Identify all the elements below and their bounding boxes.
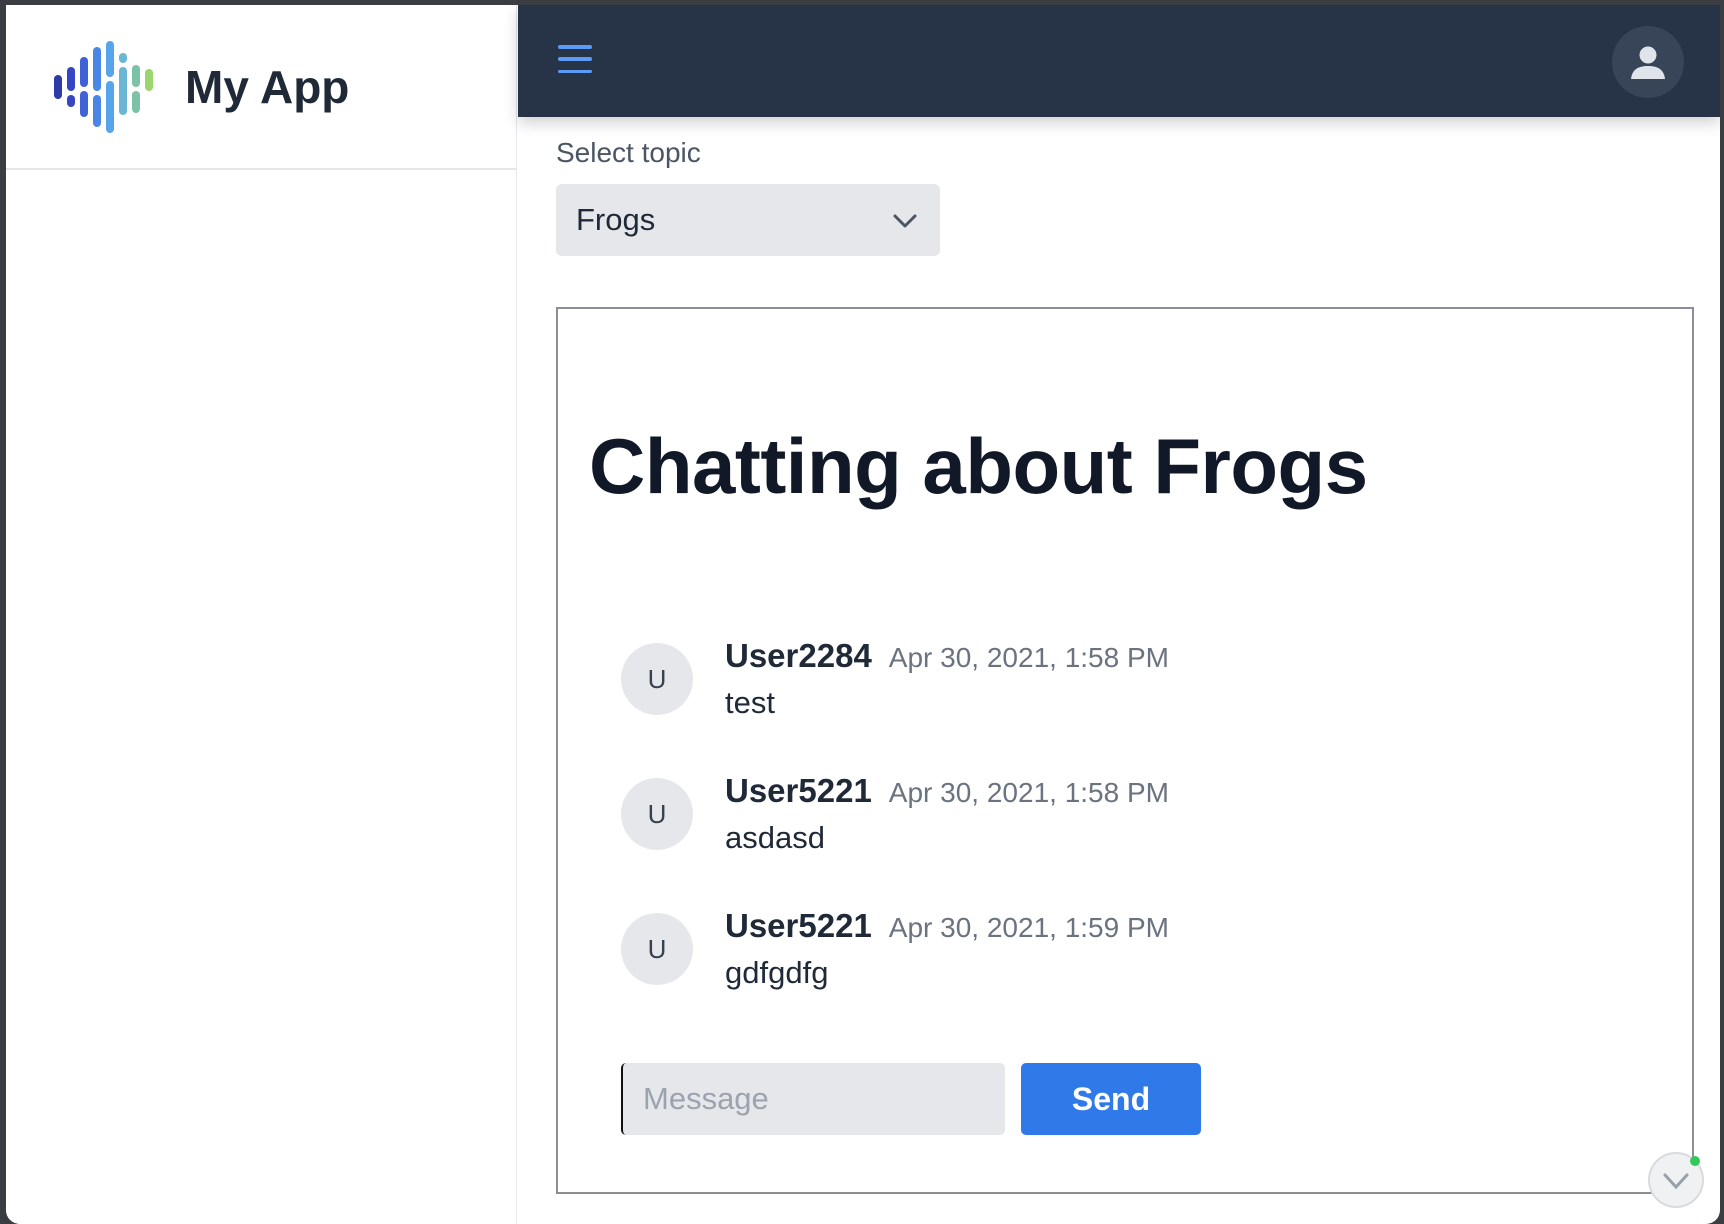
avatar: U	[621, 778, 693, 850]
hamburger-menu-icon[interactable]	[558, 45, 592, 73]
chat-message: U User2284 Apr 30, 2021, 1:58 PM test	[621, 637, 1169, 721]
message-username: User2284	[725, 637, 872, 674]
browser-extension-widget[interactable]	[1648, 1152, 1704, 1208]
brand[interactable]: My App	[6, 5, 516, 170]
app-window: My App Select topic Frogs Chatting about…	[6, 5, 1720, 1224]
chat-panel: Chatting about Frogs U User2284 Apr 30, …	[556, 307, 1694, 1194]
app-logo-icon	[54, 40, 153, 133]
main-content: Select topic Frogs Chatting about Frogs …	[518, 117, 1720, 1224]
chat-message: U User5221 Apr 30, 2021, 1:59 PM gdfgdfg	[621, 907, 1169, 991]
message-username: User5221	[725, 772, 872, 809]
sidebar: My App	[6, 5, 517, 1224]
message-text: asdasd	[725, 820, 825, 855]
user-avatar-icon	[1631, 46, 1665, 79]
message-timestamp: Apr 30, 2021, 1:58 PM	[888, 642, 1169, 673]
top-navbar	[518, 5, 1720, 117]
app-name: My App	[185, 60, 350, 113]
status-dot	[1690, 1156, 1700, 1166]
avatar: U	[621, 643, 693, 715]
message-text: test	[725, 685, 775, 720]
send-button[interactable]: Send	[1021, 1063, 1201, 1135]
message-text: gdfgdfg	[725, 955, 829, 990]
topic-label: Select topic	[556, 137, 701, 168]
message-timestamp: Apr 30, 2021, 1:59 PM	[888, 912, 1169, 943]
topic-select[interactable]: Frogs	[556, 184, 940, 256]
message-username: User5221	[725, 907, 872, 944]
user-menu-button[interactable]	[1612, 26, 1684, 98]
chevron-down-icon	[893, 214, 917, 228]
extension-icon	[1663, 1173, 1689, 1190]
topic-selected-value: Frogs	[576, 202, 656, 237]
chat-message: U User5221 Apr 30, 2021, 1:58 PM asdasd	[621, 772, 1169, 856]
avatar: U	[621, 913, 693, 985]
message-composer: Send	[621, 1063, 1201, 1135]
chat-title: Chatting about Frogs	[589, 422, 1368, 510]
message-timestamp: Apr 30, 2021, 1:58 PM	[888, 777, 1169, 808]
message-input[interactable]	[621, 1063, 1005, 1135]
